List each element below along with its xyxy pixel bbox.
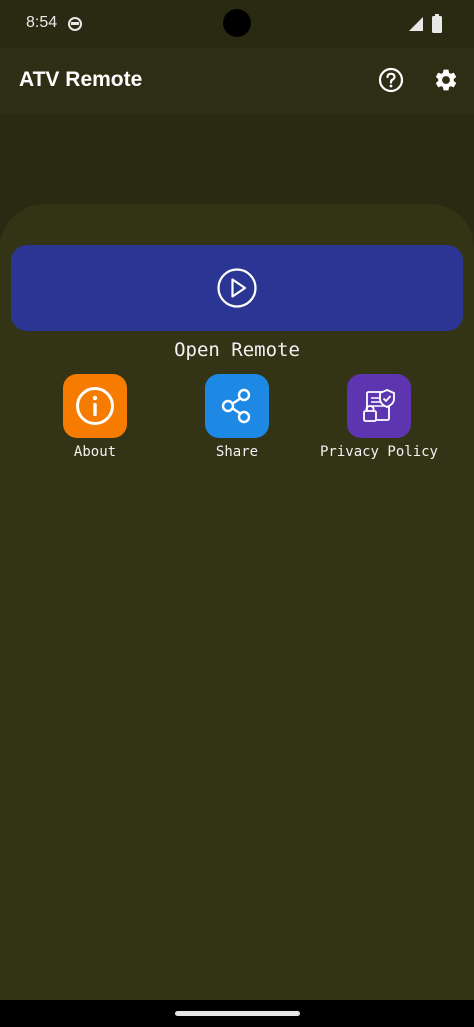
battery-icon [432, 14, 442, 33]
gear-icon [435, 69, 457, 91]
info-icon [76, 387, 114, 425]
navigation-bar [0, 1000, 474, 1027]
settings-button[interactable] [431, 65, 461, 95]
camera-cutout [223, 9, 251, 37]
privacy-policy-icon [363, 389, 395, 422]
about-action[interactable]: About [25, 374, 165, 460]
app-title: ATV Remote [19, 68, 143, 91]
about-label: About [73, 444, 117, 460]
share-icon [221, 388, 251, 424]
privacy-policy-button[interactable] [347, 374, 411, 438]
privacy-policy-action[interactable]: Privacy Policy [309, 374, 449, 460]
home-indicator[interactable] [175, 1011, 300, 1016]
status-bar: 8:54 [0, 0, 474, 48]
play-icon [217, 268, 257, 308]
open-remote-button[interactable] [11, 245, 463, 331]
help-button[interactable] [376, 65, 406, 95]
app-bar: ATV Remote [0, 48, 474, 114]
help-icon [378, 67, 404, 93]
signal-icon [408, 16, 424, 32]
status-time: 8:54 [26, 14, 58, 31]
share-action[interactable]: Share [167, 374, 307, 460]
share-label: Share [215, 444, 259, 460]
about-button[interactable] [63, 374, 127, 438]
header-area [0, 114, 474, 214]
privacy-policy-label: Privacy Policy [319, 444, 438, 460]
share-button[interactable] [205, 374, 269, 438]
open-remote-label: Open Remote [174, 339, 300, 361]
app-notification-icon [68, 16, 82, 31]
